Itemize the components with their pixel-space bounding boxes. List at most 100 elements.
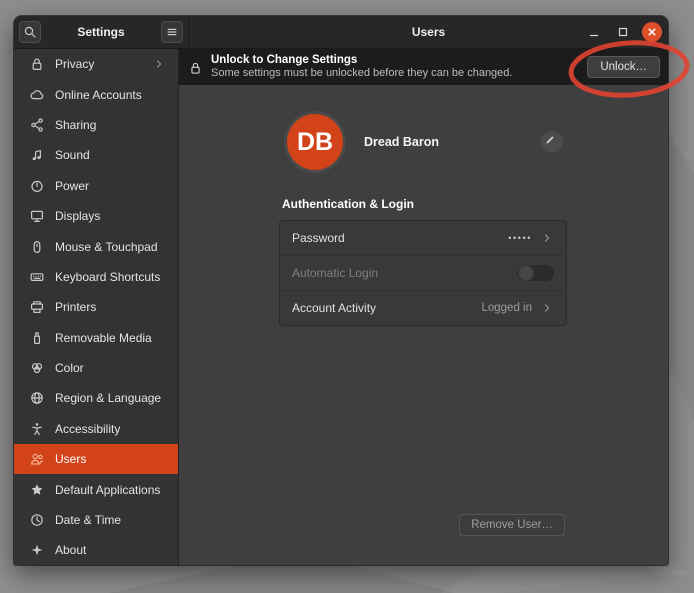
- sidebar-item-power[interactable]: Power: [14, 171, 178, 201]
- app-title: Settings: [41, 25, 161, 39]
- window-body: Privacy Online Accounts Sharing Sound Power D…: [14, 49, 668, 565]
- password-label: Password: [292, 231, 345, 245]
- banner-texts: Unlock to Change Settings Some settings …: [211, 53, 512, 81]
- window-controls: [584, 22, 662, 42]
- cloud-icon: [29, 87, 45, 103]
- users-content: DB Dread Baron Authentication & Login Pa…: [179, 85, 668, 565]
- sidebar-list: Privacy Online Accounts Sharing Sound Power D…: [14, 49, 179, 565]
- section-title: Authentication & Login: [279, 197, 567, 211]
- minimize-icon: [586, 24, 602, 40]
- pencil-icon: [544, 134, 560, 150]
- globe-icon: [29, 390, 45, 406]
- lock-icon: [29, 56, 45, 72]
- sidebar-item-color[interactable]: Color: [14, 353, 178, 383]
- user-name: Dread Baron: [364, 135, 439, 149]
- automatic-login-row: Automatic Login: [280, 255, 566, 290]
- edit-name-button[interactable]: [541, 131, 563, 153]
- sidebar-item-accessibility[interactable]: Accessibility: [14, 414, 178, 444]
- sidebar-item-sound[interactable]: Sound: [14, 140, 178, 170]
- content-column: DB Dread Baron Authentication & Login Pa…: [279, 85, 567, 565]
- sidebar-item-removable-media[interactable]: Removable Media: [14, 323, 178, 353]
- sidebar-item-label: Removable Media: [55, 331, 152, 345]
- toggle-knob: [518, 265, 534, 281]
- maximize-icon: [615, 24, 631, 40]
- sidebar-item-privacy[interactable]: Privacy: [14, 49, 178, 79]
- desktop-background: Settings Users: [0, 0, 694, 593]
- account-activity-value: Logged in: [481, 302, 532, 314]
- chevron-right-icon: [540, 231, 554, 245]
- sidebar-item-label: Sharing: [55, 118, 96, 132]
- account-activity-row[interactable]: Account Activity Logged in: [280, 290, 566, 325]
- sidebar-item-label: Keyboard Shortcuts: [55, 270, 160, 284]
- automatic-login-toggle[interactable]: [517, 265, 554, 281]
- search-button[interactable]: [19, 21, 41, 43]
- sidebar-item-mouse-touchpad[interactable]: Mouse & Touchpad: [14, 231, 178, 261]
- sidebar-item-sharing[interactable]: Sharing: [14, 110, 178, 140]
- user-header: DB Dread Baron: [279, 114, 567, 170]
- accessibility-icon: [29, 421, 45, 437]
- sidebar-item-label: Privacy: [55, 57, 94, 71]
- remove-user-button[interactable]: Remove User…: [459, 514, 565, 536]
- sidebar-item-keyboard-shortcuts[interactable]: Keyboard Shortcuts: [14, 262, 178, 292]
- star-icon: [29, 482, 45, 498]
- automatic-login-label: Automatic Login: [292, 266, 378, 280]
- sidebar-item-label: Date & Time: [55, 513, 121, 527]
- unlock-banner: Unlock to Change Settings Some settings …: [179, 49, 668, 85]
- close-icon: [644, 24, 660, 40]
- avatar[interactable]: DB: [287, 114, 343, 170]
- clock-icon: [29, 512, 45, 528]
- sidebar-item-displays[interactable]: Displays: [14, 201, 178, 231]
- sidebar-item-label: Displays: [55, 209, 100, 223]
- mouse-icon: [29, 239, 45, 255]
- sidebar-item-default-applications[interactable]: Default Applications: [14, 474, 178, 504]
- banner-subtitle: Some settings must be unlocked before th…: [211, 67, 512, 81]
- password-row[interactable]: Password •••••: [280, 221, 566, 255]
- color-icon: [29, 360, 45, 376]
- banner-title: Unlock to Change Settings: [211, 53, 512, 67]
- about-icon: [29, 542, 45, 558]
- users-icon: [29, 451, 45, 467]
- sidebar-item-label: Users: [55, 452, 86, 466]
- chevron-right-icon: [540, 301, 554, 315]
- display-icon: [29, 208, 45, 224]
- maximize-button[interactable]: [613, 22, 633, 42]
- sidebar-item-label: Region & Language: [55, 391, 161, 405]
- share-icon: [29, 117, 45, 133]
- sidebar-item-label: Online Accounts: [55, 88, 142, 102]
- auth-list: Password ••••• Automatic Login Account Acti…: [279, 220, 567, 326]
- sidebar-item-label: Printers: [55, 300, 96, 314]
- main-panel: Unlock to Change Settings Some settings …: [179, 49, 668, 565]
- titlebar: Settings Users: [14, 16, 668, 49]
- sidebar-item-date-time[interactable]: Date & Time: [14, 505, 178, 535]
- sidebar-item-about[interactable]: About: [14, 535, 178, 565]
- settings-window: Settings Users: [14, 16, 668, 565]
- sidebar-item-label: About: [55, 543, 86, 557]
- close-button[interactable]: [642, 22, 662, 42]
- menu-button[interactable]: [161, 21, 183, 43]
- sidebar-item-printers[interactable]: Printers: [14, 292, 178, 322]
- usb-icon: [29, 330, 45, 346]
- minimize-button[interactable]: [584, 22, 604, 42]
- power-icon: [29, 178, 45, 194]
- chevron-right-icon: [152, 57, 166, 71]
- sidebar-item-region-language[interactable]: Region & Language: [14, 383, 178, 413]
- sidebar-item-label: Power: [55, 179, 89, 193]
- keyboard-icon: [29, 269, 45, 285]
- sidebar-item-label: Default Applications: [55, 483, 160, 497]
- sidebar-item-label: Sound: [55, 148, 90, 162]
- lock-icon: [188, 60, 203, 75]
- printer-icon: [29, 299, 45, 315]
- password-value: •••••: [508, 233, 532, 243]
- sidebar-item-label: Color: [55, 361, 84, 375]
- titlebar-left: Settings: [14, 16, 189, 48]
- unlock-button[interactable]: Unlock…: [587, 56, 660, 78]
- sidebar-item-online-accounts[interactable]: Online Accounts: [14, 79, 178, 109]
- sidebar-item-label: Accessibility: [55, 422, 120, 436]
- account-activity-label: Account Activity: [292, 301, 376, 315]
- sidebar-item-label: Mouse & Touchpad: [55, 240, 158, 254]
- sidebar-item-users[interactable]: Users: [14, 444, 178, 474]
- search-icon: [22, 24, 38, 40]
- sound-icon: [29, 147, 45, 163]
- hamburger-menu-icon: [164, 24, 180, 40]
- titlebar-right: Users: [189, 16, 668, 48]
